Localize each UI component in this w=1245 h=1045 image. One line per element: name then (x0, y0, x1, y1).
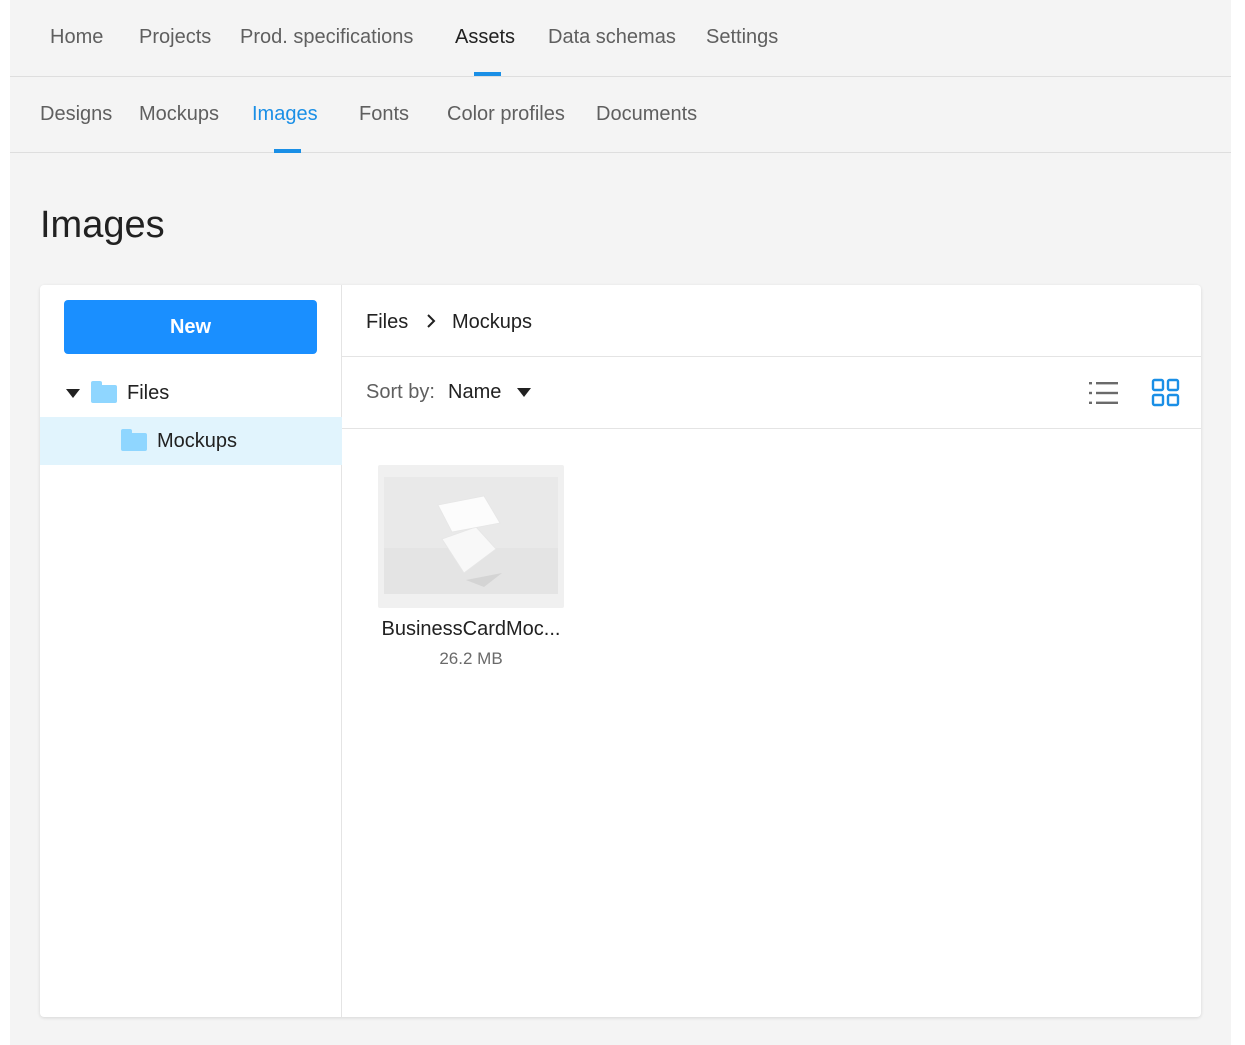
file-browser-panel: New Files Mockups Files Mockups Sort by:… (40, 285, 1201, 1017)
breadcrumb-mockups[interactable]: Mockups (452, 311, 532, 334)
new-button[interactable]: New (64, 300, 317, 354)
file-size: 26.2 MB (439, 649, 503, 668)
chevron-down-icon[interactable] (517, 388, 531, 397)
secondary-tab-indicator (274, 149, 301, 153)
breadcrumb-files[interactable]: Files (366, 311, 408, 334)
tab-settings[interactable]: Settings (706, 26, 778, 49)
subtab-designs[interactable]: Designs (40, 103, 112, 126)
chevron-right-icon (427, 314, 436, 328)
tab-data-schemas[interactable]: Data schemas (548, 26, 676, 49)
page-title: Images (40, 204, 165, 246)
tree-item-label: Files (127, 382, 170, 404)
breadcrumb: Files Mockups (342, 285, 1201, 357)
subtab-color-profiles[interactable]: Color profiles (447, 103, 565, 126)
tree-item-label: Mockups (157, 430, 238, 452)
tree-item-files[interactable]: Files (40, 369, 342, 417)
tab-home[interactable]: Home (50, 26, 103, 49)
file-thumbnail (378, 465, 564, 608)
subtab-mockups[interactable]: Mockups (139, 103, 219, 126)
sort-dropdown[interactable]: Name (448, 381, 501, 404)
toolbar: Sort by: Name (342, 357, 1201, 429)
file-card[interactable]: BusinessCardMoc... 26.2 MB (378, 465, 564, 675)
primary-nav: Home Projects Prod. specifications Asset… (10, 0, 1231, 77)
tab-prod-specifications[interactable]: Prod. specifications (240, 26, 413, 49)
grid-view-icon[interactable] (1148, 377, 1182, 409)
subtab-documents[interactable]: Documents (596, 103, 697, 126)
sort-label: Sort by: (366, 381, 435, 403)
subtab-fonts[interactable]: Fonts (359, 103, 409, 126)
thumbnail-image (384, 477, 558, 594)
folder-icon (91, 381, 117, 403)
app-window: Home Projects Prod. specifications Asset… (10, 0, 1231, 1045)
tab-projects[interactable]: Projects (139, 26, 211, 49)
folder-icon (121, 429, 147, 451)
tab-assets[interactable]: Assets (455, 26, 515, 49)
subtab-images[interactable]: Images (252, 103, 318, 126)
secondary-nav: Designs Mockups Images Fonts Color profi… (10, 77, 1231, 153)
list-view-icon[interactable] (1087, 377, 1121, 409)
folder-sidebar: New Files Mockups (40, 285, 342, 1017)
primary-tab-indicator (474, 72, 501, 76)
file-name: BusinessCardMoc... (381, 618, 561, 640)
expand-caret-icon[interactable] (66, 389, 80, 398)
tree-item-mockups[interactable]: Mockups (40, 417, 342, 465)
main-content: Files Mockups Sort by: Name BusinessCard… (342, 285, 1201, 1017)
